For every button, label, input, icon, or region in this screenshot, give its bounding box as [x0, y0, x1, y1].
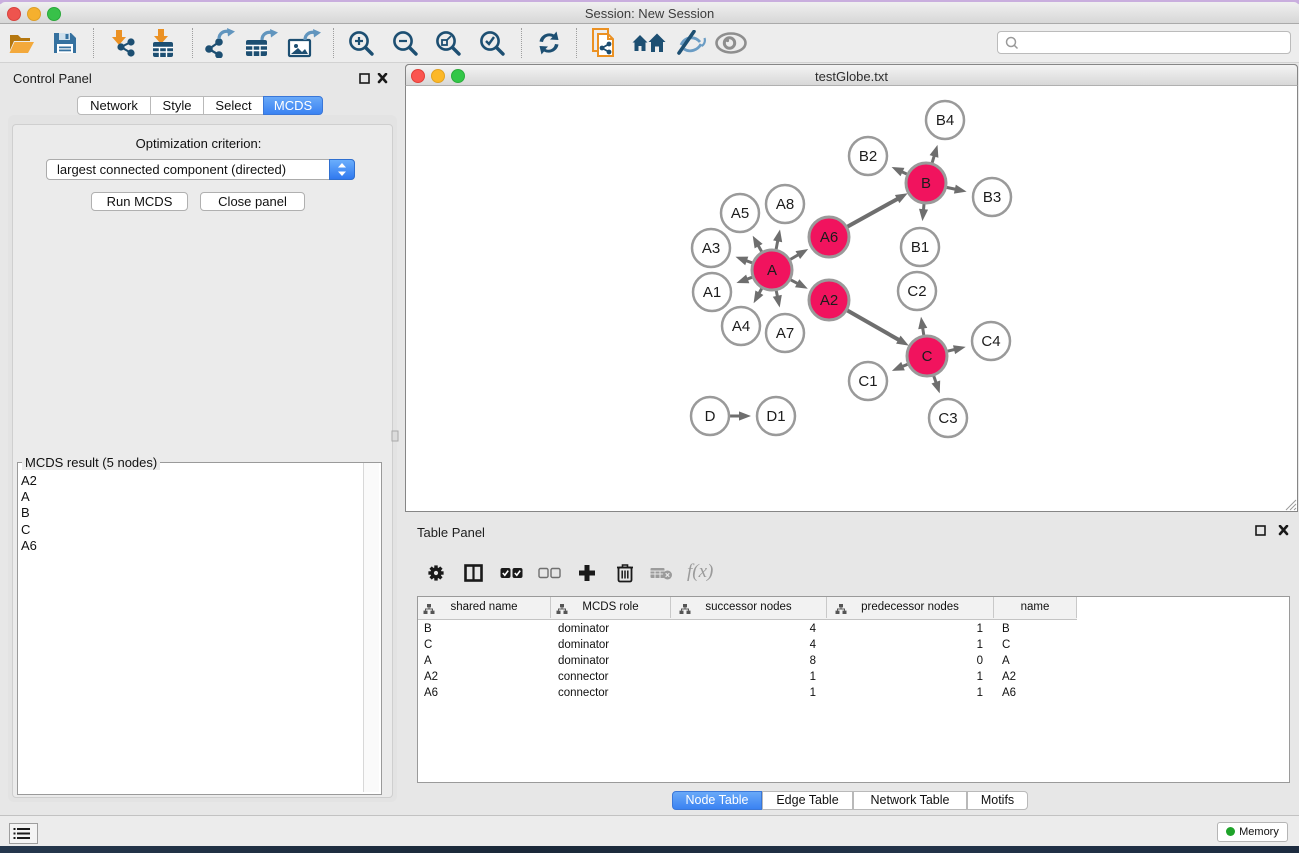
- svg-text:A: A: [767, 262, 777, 279]
- svg-text:C4: C4: [981, 333, 1000, 350]
- svg-text:B1: B1: [911, 239, 929, 256]
- svg-text:C: C: [922, 348, 933, 365]
- svg-text:B4: B4: [936, 112, 954, 129]
- svg-text:B: B: [921, 175, 931, 192]
- svg-text:B2: B2: [859, 148, 877, 165]
- svg-text:C2: C2: [907, 283, 926, 300]
- svg-text:A7: A7: [776, 325, 794, 342]
- svg-text:B3: B3: [983, 189, 1001, 206]
- svg-text:C3: C3: [938, 410, 957, 427]
- svg-text:A3: A3: [702, 240, 720, 257]
- svg-text:D: D: [705, 408, 716, 425]
- svg-text:A4: A4: [732, 318, 750, 335]
- svg-text:A2: A2: [820, 292, 838, 309]
- svg-text:A6: A6: [820, 229, 838, 246]
- svg-text:A5: A5: [731, 205, 749, 222]
- svg-text:A1: A1: [703, 284, 721, 301]
- svg-text:A8: A8: [776, 196, 794, 213]
- svg-text:D1: D1: [766, 408, 785, 425]
- svg-text:C1: C1: [858, 373, 877, 390]
